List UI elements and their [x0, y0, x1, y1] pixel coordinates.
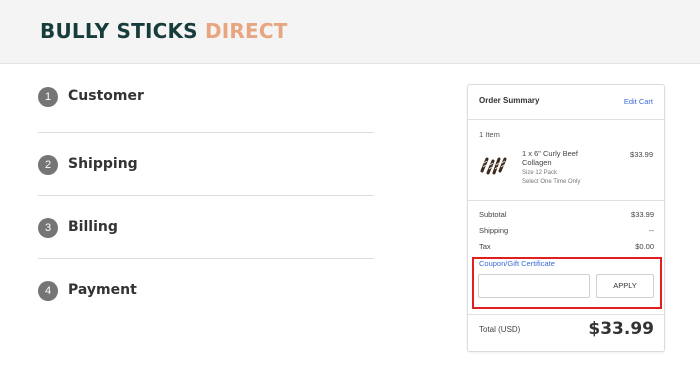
step-title: Shipping: [68, 156, 138, 172]
divider: [468, 200, 664, 201]
order-summary-title: Order Summary: [479, 96, 540, 105]
item-count: 1 Item: [479, 130, 500, 139]
coupon-gift-certificate-link[interactable]: Coupon/Gift Certificate: [479, 259, 555, 268]
shipping-row: Shipping --: [479, 226, 654, 236]
tax-row: Tax $0.00: [479, 242, 654, 252]
subtotal-row: Subtotal $33.99: [479, 210, 654, 220]
step-title: Customer: [68, 88, 144, 104]
item-option-size: Size 12 Pack: [522, 170, 558, 176]
tax-label: Tax: [479, 242, 491, 251]
order-summary-header: Order Summary Edit Cart: [468, 85, 664, 120]
checkout-step-payment[interactable]: 4 Payment: [38, 281, 374, 321]
item-option-frequency: Select One Time Only: [522, 179, 581, 185]
checkout-step-shipping[interactable]: 2 Shipping: [38, 155, 374, 195]
step-number: 4: [38, 281, 58, 301]
brand-name-primary: BULLY STICKS: [40, 19, 198, 43]
divider: [38, 195, 374, 196]
item-price: $33.99: [630, 150, 653, 159]
divider: [468, 314, 664, 315]
checkout-step-billing[interactable]: 3 Billing: [38, 218, 374, 258]
subtotal-value: $33.99: [631, 210, 654, 219]
tax-value: $0.00: [635, 242, 654, 251]
total-value: $33.99: [588, 319, 654, 339]
shipping-label: Shipping: [479, 226, 509, 235]
checkout-step-customer[interactable]: 1 Customer: [38, 87, 374, 127]
item-name: 1 x 6" Curly Beef Collagen: [522, 149, 579, 167]
site-header: BULLY STICKS DIRECT: [0, 0, 700, 64]
coupon-code-input[interactable]: [478, 274, 590, 298]
step-title: Payment: [68, 282, 137, 298]
order-summary-panel: Order Summary Edit Cart 1 Item 1 x 6" Cu…: [467, 84, 665, 352]
curly-beef-collagen-product-icon: [480, 157, 507, 175]
divider: [38, 132, 374, 133]
shipping-value: --: [649, 226, 654, 235]
apply-coupon-button[interactable]: APPLY: [596, 274, 654, 298]
edit-cart-link[interactable]: Edit Cart: [624, 97, 653, 106]
brand-name-accent: DIRECT: [204, 19, 288, 43]
subtotal-label: Subtotal: [479, 210, 507, 219]
step-number: 1: [38, 87, 58, 107]
brand-logo[interactable]: BULLY STICKS DIRECT: [40, 19, 288, 43]
step-title: Billing: [68, 219, 118, 235]
total-label: Total (USD): [479, 325, 521, 334]
step-number: 2: [38, 155, 58, 175]
step-number: 3: [38, 218, 58, 238]
divider: [38, 258, 374, 259]
